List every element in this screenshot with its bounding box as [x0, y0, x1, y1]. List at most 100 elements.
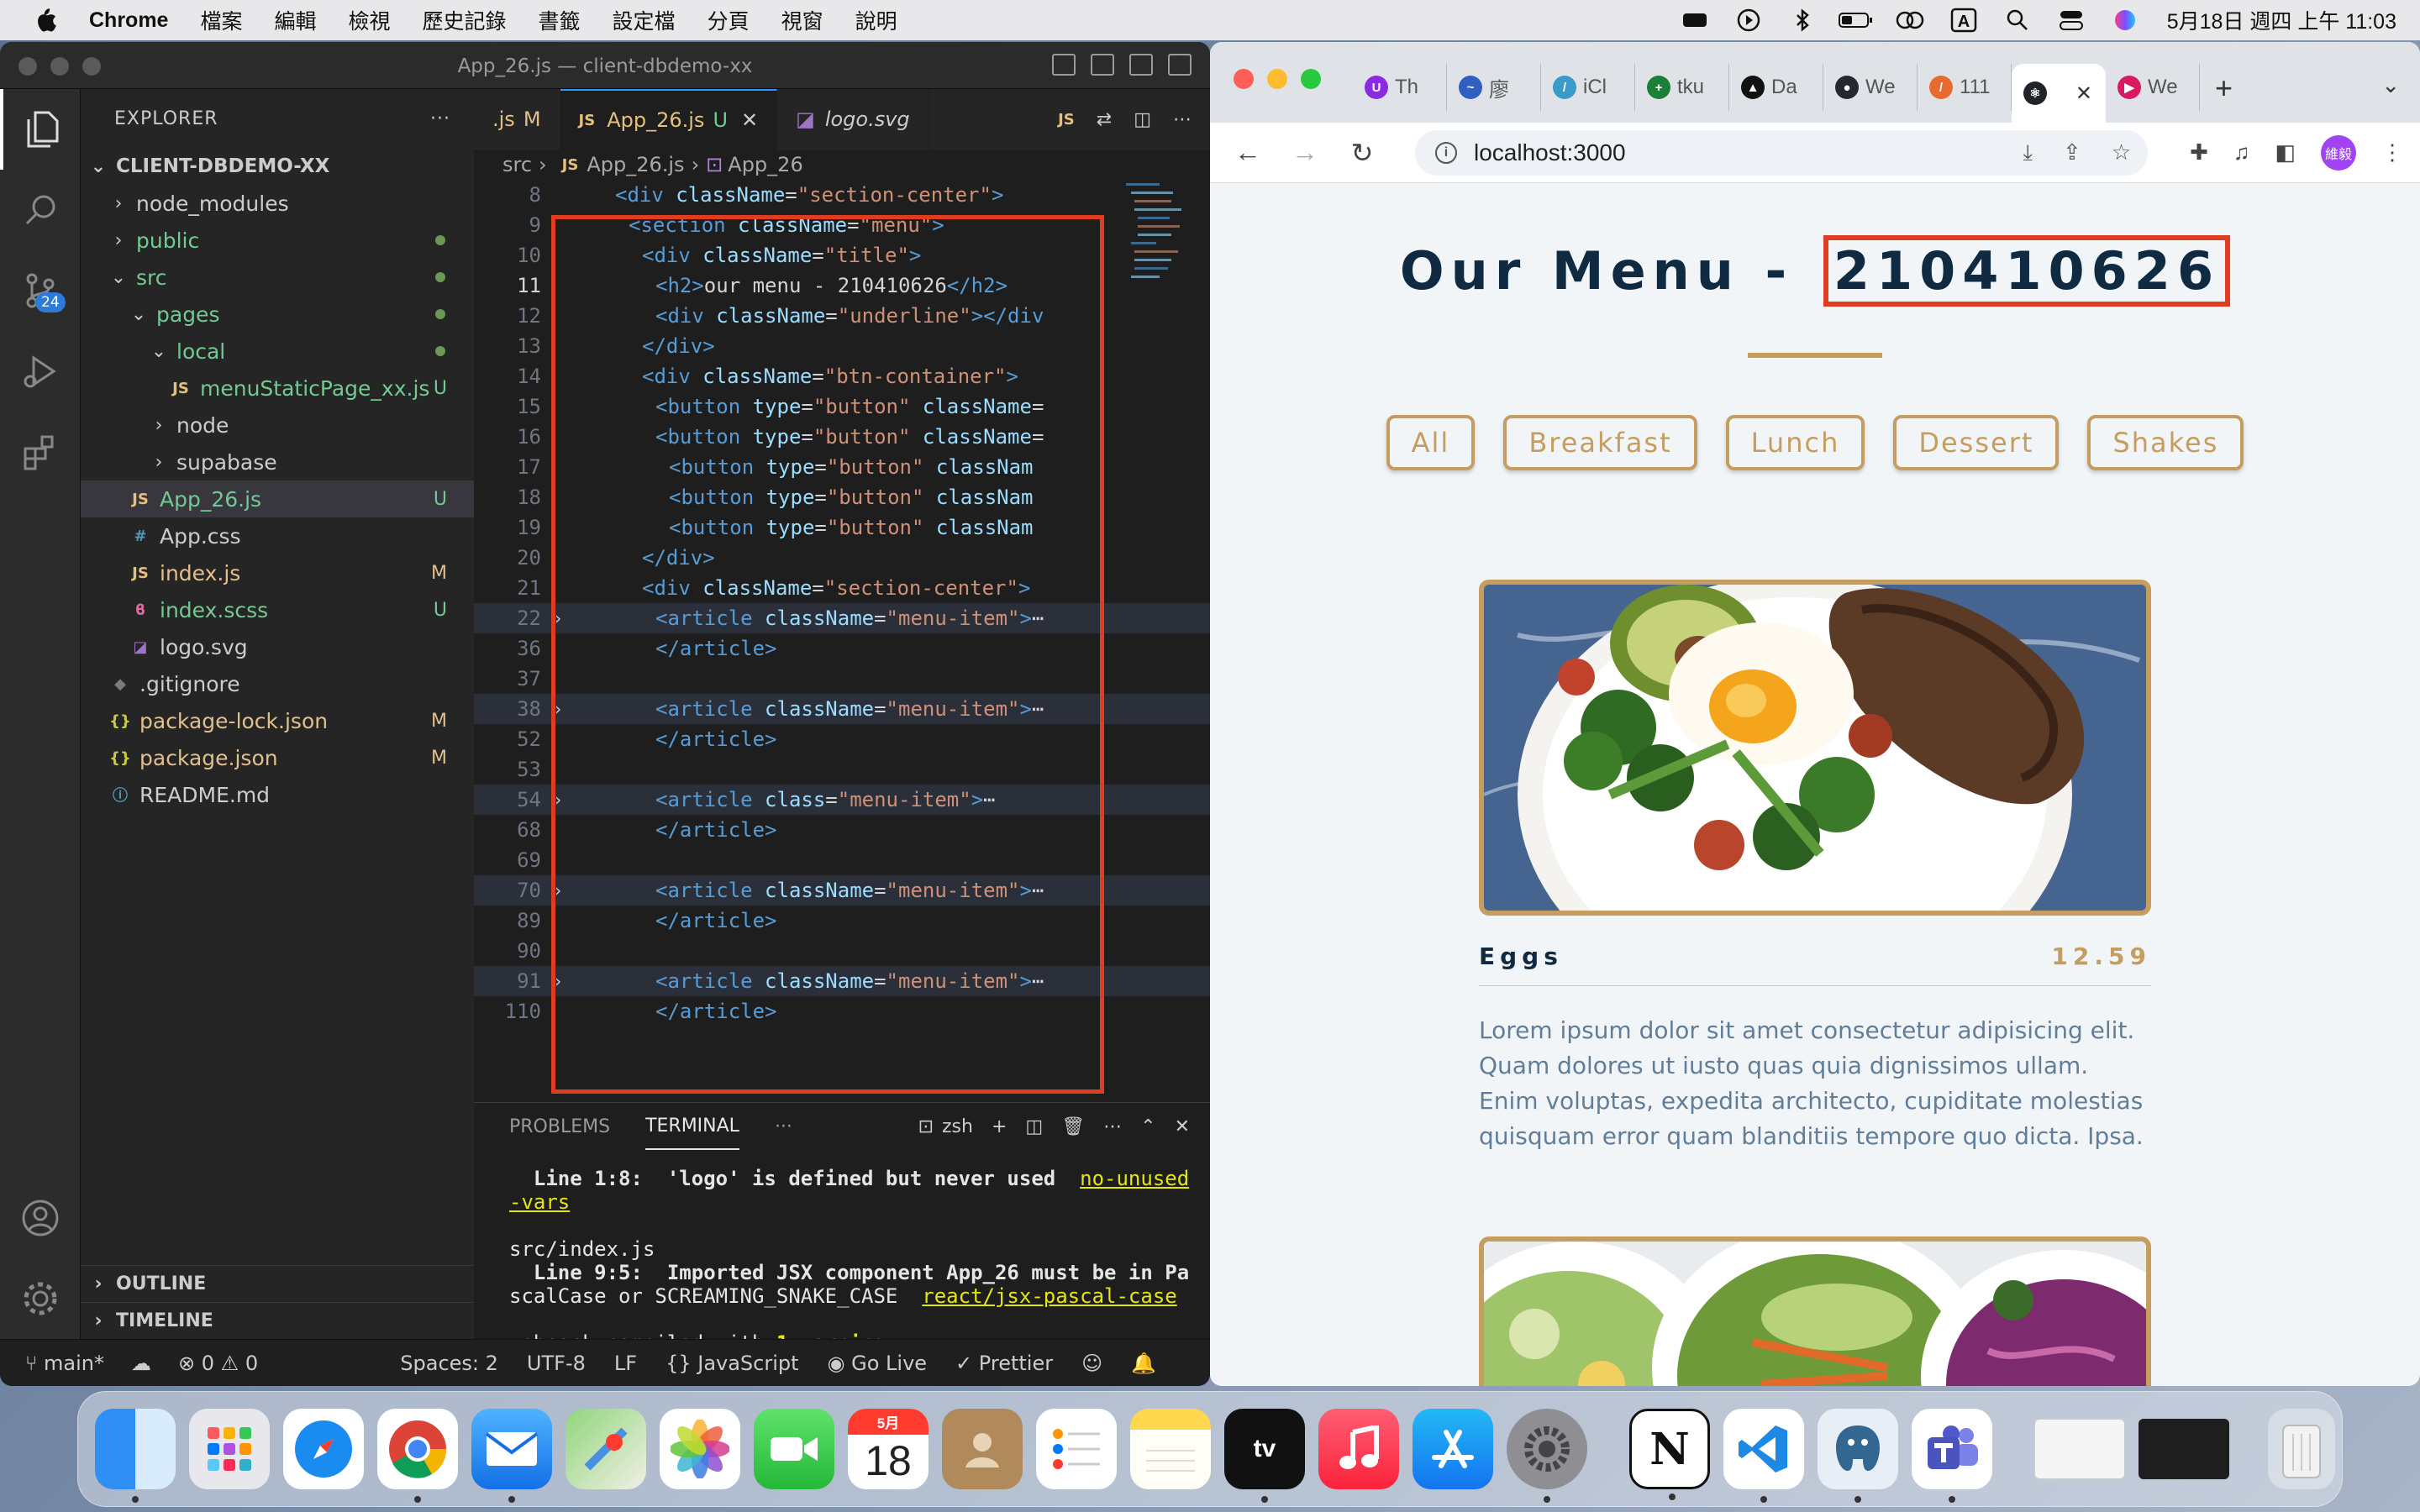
minimap[interactable]: [1126, 180, 1185, 432]
code-line[interactable]: 18 <button type="button" classNam: [474, 482, 1210, 512]
outline-section[interactable]: › OUTLINE: [81, 1265, 474, 1302]
music-icon[interactable]: [1318, 1409, 1399, 1489]
code-line[interactable]: 37: [474, 664, 1210, 694]
breadcrumb-folder[interactable]: src: [502, 153, 532, 176]
install-app-icon[interactable]: ⤓: [2023, 139, 2033, 166]
control-center-icon[interactable]: [2053, 7, 2090, 34]
reminders-icon[interactable]: [1036, 1409, 1117, 1489]
code-line[interactable]: 52 </article>: [474, 724, 1210, 754]
fold-chevron-icon[interactable]: ›: [541, 790, 575, 810]
encoding-status[interactable]: UTF-8: [527, 1352, 586, 1375]
browser-tab[interactable]: ~ 廖: [1447, 64, 1541, 111]
breadcrumb-file[interactable]: App_26.js: [587, 153, 684, 176]
input-source-icon[interactable]: A: [1945, 7, 1982, 34]
code-line[interactable]: 21 <div className="section-center">: [474, 573, 1210, 603]
code-line[interactable]: 54 › <article class="menu-item">⋯: [474, 785, 1210, 815]
minimized-window-thumbnail[interactable]: [2034, 1419, 2125, 1479]
chrome-menu-icon[interactable]: ⋮: [2381, 139, 2403, 165]
tree-file[interactable]: ◪ logo.svg: [81, 628, 474, 665]
forward-button[interactable]: →: [1284, 137, 1326, 168]
browser-tab[interactable]: ● We: [1823, 64, 1918, 111]
code-line[interactable]: 38 › <article className="menu-item">⋯: [474, 694, 1210, 724]
contacts-icon[interactable]: [942, 1409, 1023, 1489]
close-tab-icon[interactable]: ✕: [2075, 81, 2092, 106]
tab-search-chevron-icon[interactable]: ⌄: [2381, 72, 2400, 98]
pgadmin-icon[interactable]: [1818, 1409, 1898, 1503]
code-line[interactable]: 53: [474, 754, 1210, 785]
finder-icon[interactable]: [95, 1409, 176, 1503]
tab-problems[interactable]: PROBLEMS: [509, 1103, 610, 1150]
browser-tab[interactable]: ▶ We: [2106, 64, 2200, 111]
menu-bookmarks[interactable]: 書籤: [539, 5, 581, 35]
tree-file[interactable]: {} package-lock.json M: [81, 702, 474, 739]
code-line[interactable]: 14 <div className="btn-container">: [474, 361, 1210, 391]
terminal-rule-link[interactable]: no-unused: [1080, 1167, 1189, 1190]
code-line[interactable]: 20 </div>: [474, 543, 1210, 573]
extensions-icon[interactable]: [0, 412, 81, 492]
code-line[interactable]: 19 <button type="button" classNam: [474, 512, 1210, 543]
photos-icon[interactable]: [660, 1409, 740, 1489]
app-store-icon[interactable]: [1413, 1409, 1493, 1489]
profile-avatar[interactable]: 維毅: [2321, 134, 2356, 171]
split-editor-icon[interactable]: ◫: [1134, 109, 1151, 130]
code-line[interactable]: 91 › <article className="menu-item">⋯: [474, 966, 1210, 996]
toggle-secondary-sidebar-icon[interactable]: [1129, 54, 1153, 76]
code-line[interactable]: 90: [474, 936, 1210, 966]
terminal-rule-link[interactable]: -vars: [509, 1190, 570, 1214]
spotlight-search-icon[interactable]: [1999, 7, 2036, 34]
explorer-more-button[interactable]: ···: [430, 108, 450, 129]
share-icon[interactable]: ⇪: [2063, 139, 2081, 166]
code-line[interactable]: 68 </article>: [474, 815, 1210, 845]
close-panel-icon[interactable]: ✕: [1175, 1116, 1190, 1137]
eol-status[interactable]: LF: [614, 1352, 637, 1375]
close-window-button[interactable]: [1234, 69, 1254, 89]
safari-icon[interactable]: [283, 1409, 364, 1489]
screen-mirroring-icon[interactable]: [1891, 7, 1928, 34]
code-editor[interactable]: 8 <div className="section-center"> 9 <secti…: [474, 180, 1210, 1028]
browser-tab[interactable]: ⚛ ✕: [2012, 64, 2106, 123]
new-tab-button[interactable]: +: [2215, 71, 2233, 106]
indentation-status[interactable]: Spaces: 2: [400, 1352, 498, 1375]
source-control-icon[interactable]: 24: [0, 250, 81, 331]
apple-tv-icon[interactable]: tv: [1224, 1409, 1305, 1503]
menubar-clock[interactable]: 5月18日 週四 上午 11:03: [2167, 5, 2396, 35]
code-line[interactable]: 110 </article>: [474, 996, 1210, 1026]
url-text[interactable]: localhost:3000: [1474, 139, 1626, 166]
teams-icon[interactable]: [1912, 1409, 1992, 1503]
tree-file[interactable]: ◆ .gitignore: [81, 665, 474, 702]
open-changes-icon[interactable]: ⇄: [1097, 109, 1112, 130]
explorer-icon[interactable]: [0, 89, 81, 170]
code-line[interactable]: 13 </div>: [474, 331, 1210, 361]
tree-folder[interactable]: › supabase: [81, 444, 474, 480]
minimize-window-button[interactable]: [1267, 69, 1287, 89]
browser-tab[interactable]: ▲ Da: [1729, 64, 1823, 111]
facetime-icon[interactable]: [754, 1409, 834, 1489]
code-line[interactable]: 22 › <article className="menu-item">⋯: [474, 603, 1210, 633]
notion-icon[interactable]: N: [1629, 1409, 1710, 1500]
tree-file[interactable]: JS index.js M: [81, 554, 474, 591]
settings-gear-icon[interactable]: [0, 1258, 81, 1339]
language-mode[interactable]: {} JavaScript: [666, 1352, 798, 1375]
fold-chevron-icon[interactable]: ›: [541, 699, 575, 719]
reload-button[interactable]: ↻: [1341, 137, 1383, 169]
code-line[interactable]: 11 <h2>our menu - 210410626</h2>: [474, 270, 1210, 301]
terminal-rule-link[interactable]: react/jsx-pascal-case: [922, 1284, 1176, 1308]
calendar-icon[interactable]: 5月 18: [848, 1409, 929, 1489]
media-controls-icon[interactable]: ♫: [2233, 139, 2250, 165]
filter-breakfast-button[interactable]: Breakfast: [1503, 415, 1697, 470]
fold-chevron-icon[interactable]: ›: [541, 880, 575, 900]
system-settings-icon[interactable]: [1507, 1409, 1587, 1503]
site-info-icon[interactable]: i: [1435, 141, 1457, 164]
code-line[interactable]: 36 </article>: [474, 633, 1210, 664]
feedback-icon[interactable]: ☺: [1081, 1352, 1102, 1375]
chrome-icon[interactable]: [377, 1409, 458, 1503]
filter-all-button[interactable]: All: [1386, 415, 1476, 470]
breadcrumb-symbol[interactable]: App_26: [728, 153, 802, 176]
tab-terminal[interactable]: TERMINAL: [645, 1103, 739, 1150]
trash-icon[interactable]: [2268, 1409, 2335, 1489]
menu-view[interactable]: 檢視: [349, 5, 391, 35]
menu-window[interactable]: 視窗: [781, 5, 823, 35]
fold-chevron-icon[interactable]: ›: [541, 608, 575, 628]
menu-file[interactable]: 檔案: [200, 5, 242, 35]
vscode-icon[interactable]: [1723, 1409, 1804, 1503]
